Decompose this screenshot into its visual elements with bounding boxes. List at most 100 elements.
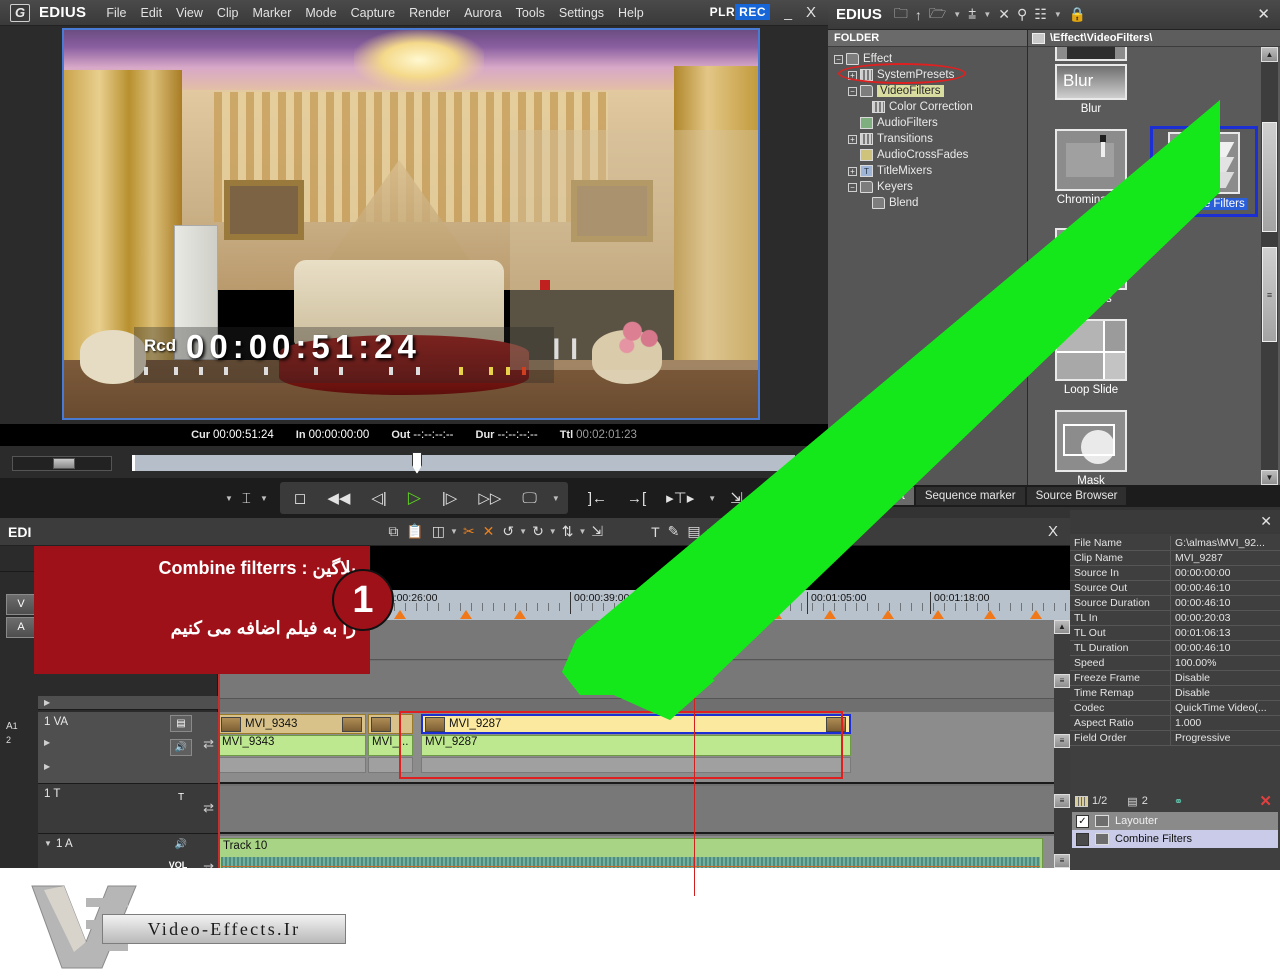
delete-icon[interactable]: ✕: [1259, 792, 1272, 810]
chevron-down-icon[interactable]: ▼: [519, 527, 527, 536]
video-preview[interactable]: Rcd 00:00:51:24 ❙❙: [62, 28, 760, 420]
track-header-va[interactable]: 1 VA ▤ 🔊 ▶ ▶ ⇄: [38, 712, 218, 784]
menu-item-tools[interactable]: Tools: [509, 4, 552, 22]
menu-item-edit[interactable]: Edit: [134, 4, 170, 22]
collapse-icon[interactable]: −: [834, 54, 843, 64]
collapse-icon[interactable]: −: [848, 182, 857, 192]
shuttle-slider[interactable]: [12, 455, 112, 471]
expand-icon[interactable]: +: [848, 134, 857, 144]
track-audio-mute-button[interactable]: 🔊: [170, 739, 192, 756]
lock-icon[interactable]: 🔒: [1069, 6, 1086, 23]
tree-item-blend[interactable]: Blend: [832, 195, 1027, 211]
fast-forward-icon[interactable]: ▷▷: [472, 486, 507, 510]
effect-item-chrominance[interactable]: Chrominance: [1038, 129, 1144, 206]
expand-icon[interactable]: +: [848, 70, 857, 80]
ripple-cut-icon[interactable]: ✂: [460, 522, 478, 541]
insert-to-timeline-icon[interactable]: ⇲: [724, 486, 749, 510]
chevron-down-icon[interactable]: ▼: [983, 10, 991, 19]
split-icon[interactable]: ◫: [429, 522, 448, 541]
timeline-clip-audio-2[interactable]: MVI_...: [368, 735, 413, 756]
tree-item-videofilters[interactable]: − VideoFilters: [832, 83, 1027, 99]
stop-icon[interactable]: ◻: [288, 486, 312, 510]
timeline-clip-video-2[interactable]: [368, 714, 413, 734]
menu-item-help[interactable]: Help: [611, 4, 651, 22]
chevron-down-icon[interactable]: ▼: [953, 10, 961, 19]
tree-item-keyers[interactable]: − Keyers: [832, 179, 1027, 195]
timeline-clip-video-1[interactable]: MVI_9343: [218, 714, 366, 734]
tab-source-browser[interactable]: Source Browser: [1026, 487, 1127, 505]
scroll-up-icon[interactable]: ▲: [1261, 47, 1278, 62]
expand-icon[interactable]: +: [848, 166, 857, 176]
copy-icon[interactable]: ⧉: [385, 522, 401, 541]
menu-item-view[interactable]: View: [169, 4, 210, 22]
player-scrub-bar[interactable]: [0, 450, 828, 476]
scroll-segment-1[interactable]: ≡: [1054, 674, 1070, 688]
tab-bin[interactable]: Bin: [830, 487, 865, 505]
chevron-down-icon[interactable]: ▼: [578, 527, 586, 536]
menu-item-settings[interactable]: Settings: [552, 4, 611, 22]
scroll-segment-4[interactable]: ≡: [1054, 854, 1070, 868]
effect-item-emboss[interactable]: Emboss: [1038, 228, 1144, 305]
expand-arrow-icon[interactable]: ▶: [44, 698, 50, 707]
audio-mixer-icon[interactable]: ♯: [737, 523, 750, 541]
close-button[interactable]: ✕: [1260, 513, 1272, 530]
chevron-down-icon[interactable]: ▼: [225, 494, 233, 503]
tree-item-systempresets[interactable]: + SystemPresets: [832, 67, 1027, 83]
chevron-down-icon[interactable]: ▼: [706, 527, 714, 536]
replace-icon[interactable]: ⇲: [588, 522, 606, 541]
effect-item-loop-slide[interactable]: Loop Slide: [1038, 319, 1144, 396]
close-button[interactable]: X: [1048, 523, 1058, 540]
add-clip-icon[interactable]: ⩲: [968, 6, 976, 23]
close-button[interactable]: X: [806, 4, 816, 21]
effect-item-combine-filters[interactable]: Combine Filters: [1150, 126, 1259, 217]
track-video-mute-button[interactable]: ▤: [170, 715, 192, 732]
timeline-track-va[interactable]: MVI_9343 MVI_9343 MVI_... MVI_9287 MVI_9…: [218, 711, 1070, 784]
title-icon[interactable]: T: [648, 523, 663, 541]
view-mode-icon[interactable]: ☷: [1034, 6, 1047, 23]
razor-icon[interactable]: ⇅: [559, 522, 577, 541]
tree-item-audiocrossfades[interactable]: AudioCrossFades: [832, 147, 1027, 163]
tree-item-effect[interactable]: − Effect: [832, 51, 1027, 67]
list-icon[interactable]: ▤: [1127, 795, 1137, 808]
search-icon[interactable]: ⚲: [1017, 6, 1027, 23]
tab-sequence-marker[interactable]: Sequence marker: [915, 487, 1025, 505]
color-bars-icon[interactable]: ◍: [752, 522, 770, 541]
effect-grid-scrollbar[interactable]: ▲ ≡ ▼: [1261, 47, 1278, 485]
folder-icon[interactable]: 🗀: [894, 3, 908, 27]
menu-item-aurora[interactable]: Aurora: [457, 4, 509, 22]
collapse-icon[interactable]: −: [848, 86, 857, 96]
expand-arrow-icon[interactable]: ▶: [44, 738, 50, 747]
close-button[interactable]: ✕: [1257, 5, 1270, 23]
track-header-t[interactable]: 1 T T ⇄: [38, 784, 218, 834]
sync-button-v[interactable]: V: [6, 594, 36, 615]
scrub-playhead[interactable]: [412, 452, 422, 474]
chevron-down-icon[interactable]: ▼: [260, 494, 268, 503]
tab-effect[interactable]: Effect: [866, 487, 914, 505]
applied-effect-row-layouter[interactable]: ✓ Layouter: [1072, 812, 1278, 830]
undo-icon[interactable]: ↺: [499, 522, 517, 541]
chevron-down-icon[interactable]: ▼: [757, 494, 765, 503]
layout-icon[interactable]: ▦: [716, 522, 735, 541]
new-folder-icon[interactable]: 🗁: [929, 3, 946, 27]
audio-volume-line-left[interactable]: [221, 866, 1040, 867]
scroll-up-icon[interactable]: ▲: [1054, 620, 1070, 634]
menu-item-clip[interactable]: Clip: [210, 4, 246, 22]
tree-item-audiofilters[interactable]: AudioFilters: [832, 115, 1027, 131]
timeline-clip-audio-selected[interactable]: MVI_9287: [421, 735, 851, 756]
scrollbar-thumb[interactable]: [1262, 122, 1277, 232]
expand-arrow-icon[interactable]: ▶: [44, 762, 50, 771]
recorder-mode-label[interactable]: REC: [735, 4, 770, 20]
timeline-track-t[interactable]: [218, 786, 1070, 834]
delete-left-icon[interactable]: ✕: [480, 522, 498, 541]
previous-frame-icon[interactable]: ◁|: [365, 486, 392, 510]
track-mixer-icon[interactable]: ⇄: [203, 736, 214, 752]
paste-icon[interactable]: 📋: [403, 522, 426, 541]
set-in-point-icon[interactable]: ]←: [582, 487, 613, 510]
pen-icon[interactable]: ✎: [665, 522, 683, 541]
menu-item-render[interactable]: Render: [402, 4, 457, 22]
player-mode-label[interactable]: PLR: [710, 5, 736, 19]
tree-item-colorcorrection[interactable]: Color Correction: [832, 99, 1027, 115]
timeline-playhead[interactable]: [694, 590, 695, 896]
chevron-down-icon[interactable]: ▼: [1054, 10, 1062, 19]
menu-item-capture[interactable]: Capture: [344, 4, 402, 22]
